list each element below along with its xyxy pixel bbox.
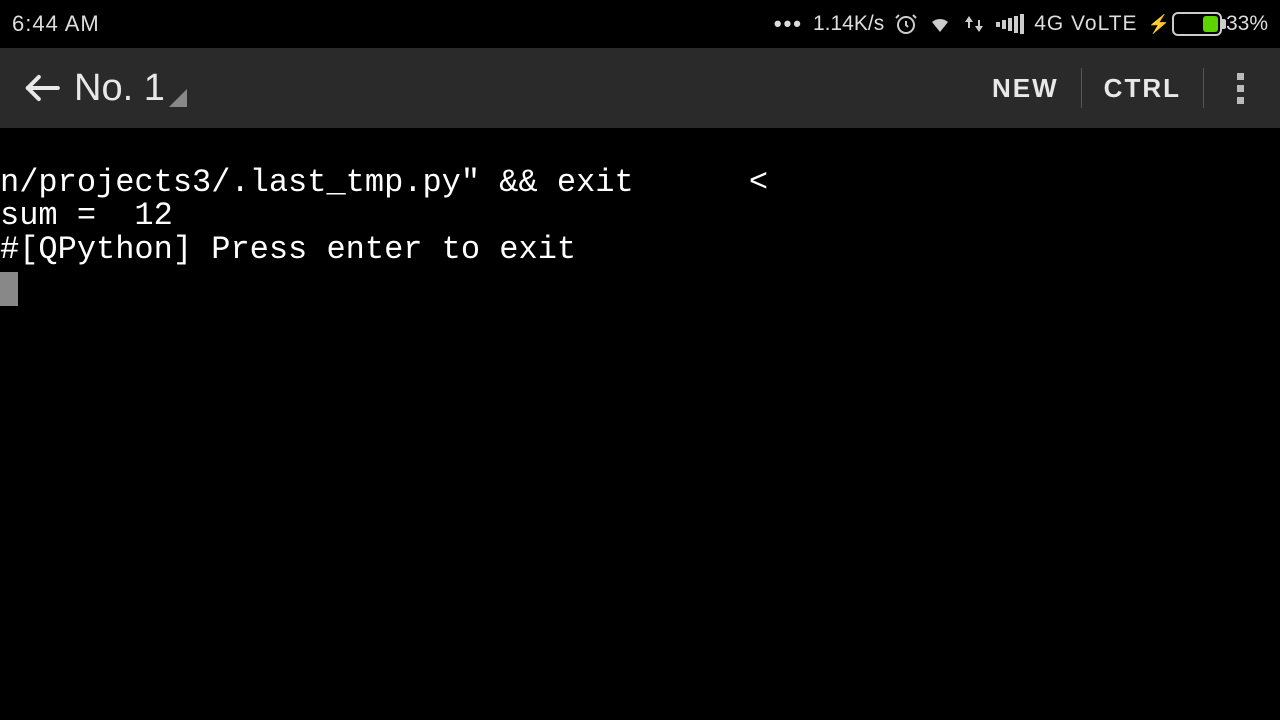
arrow-left-icon: [23, 69, 61, 107]
dropdown-triangle-icon: [169, 89, 187, 107]
ctrl-button[interactable]: CTRL: [1082, 73, 1203, 104]
overflow-menu-button[interactable]: [1216, 64, 1264, 112]
alarm-icon: [894, 12, 918, 36]
menu-dot-icon: [1237, 85, 1244, 92]
network-label: 4G VoLTE: [1034, 12, 1137, 36]
terminal-cursor: [0, 272, 18, 306]
terminal-line: #[QPython] Press enter to exit: [0, 233, 1280, 267]
terminal-line: sum = 12: [0, 199, 1280, 233]
status-right: ••• 1.14K/s 4G VoLTE ⚡ 33%: [774, 11, 1268, 37]
divider: [1203, 68, 1204, 108]
session-dropdown[interactable]: No. 1: [74, 67, 187, 110]
wifi-icon: [928, 12, 952, 36]
app-bar: No. 1 NEW CTRL: [0, 48, 1280, 128]
battery-indicator: ⚡ 33%: [1148, 12, 1268, 36]
battery-icon: [1172, 12, 1222, 36]
terminal-output[interactable]: n/projects3/.last_tmp.py" && exit <sum =…: [0, 128, 1280, 720]
menu-dot-icon: [1237, 97, 1244, 104]
battery-percent: 33%: [1226, 12, 1268, 36]
menu-dot-icon: [1237, 73, 1244, 80]
new-button[interactable]: NEW: [970, 73, 1081, 104]
status-bar: 6:44 AM ••• 1.14K/s 4G VoLTE ⚡ 33%: [0, 0, 1280, 48]
network-speed: 1.14K/s: [813, 12, 884, 36]
data-arrows-icon: [962, 12, 986, 36]
terminal-line: n/projects3/.last_tmp.py" && exit <: [0, 166, 1280, 200]
session-title: No. 1: [74, 67, 165, 110]
signal-icon: [996, 14, 1024, 34]
more-icon: •••: [774, 11, 803, 37]
status-time: 6:44 AM: [12, 11, 100, 37]
charging-icon: ⚡: [1148, 14, 1170, 35]
back-button[interactable]: [18, 64, 66, 112]
